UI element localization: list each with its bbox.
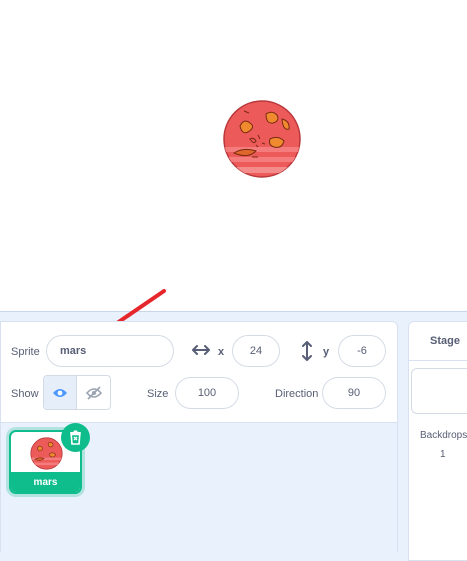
backdrops-label: Backdrops (420, 430, 467, 441)
size-value: 100 (197, 387, 217, 399)
x-label: x (218, 346, 225, 358)
x-input[interactable]: 24 (232, 335, 280, 367)
horizontal-arrows-icon (192, 343, 210, 362)
size-label: Size (147, 388, 169, 400)
show-toggle-group (43, 375, 111, 410)
show-hidden-button[interactable] (77, 376, 110, 409)
size-input[interactable]: 100 (175, 377, 239, 409)
backdrops-count: 1 (440, 449, 446, 460)
sprite-name-value: mars (60, 345, 87, 357)
direction-input[interactable]: 90 (322, 377, 386, 409)
vertical-arrows-icon (300, 341, 314, 366)
stage-panel-header: Stage (408, 321, 467, 361)
direction-label: Direction (275, 388, 319, 400)
y-label: y (323, 346, 330, 358)
delete-sprite-button[interactable] (62, 424, 89, 451)
mars-thumbnail (30, 437, 63, 470)
sprite-name-input[interactable]: mars (46, 335, 174, 367)
eye-icon (53, 388, 67, 397)
trash-icon (70, 430, 81, 445)
mars-sprite[interactable] (222, 99, 302, 179)
stage-title: Stage (430, 334, 460, 347)
stage-thumbnail[interactable] (411, 368, 467, 414)
sprite-tile-name: mars (11, 472, 80, 492)
y-input[interactable]: -6 (338, 335, 386, 367)
sprite-label: Sprite (11, 346, 40, 358)
y-value: -6 (357, 345, 367, 357)
show-visible-button[interactable] (44, 376, 78, 409)
x-value: 24 (249, 345, 263, 357)
stage-canvas[interactable] (0, 0, 467, 312)
show-label: Show (11, 388, 39, 400)
direction-value: 90 (347, 387, 361, 399)
eye-slash-icon (85, 385, 102, 400)
